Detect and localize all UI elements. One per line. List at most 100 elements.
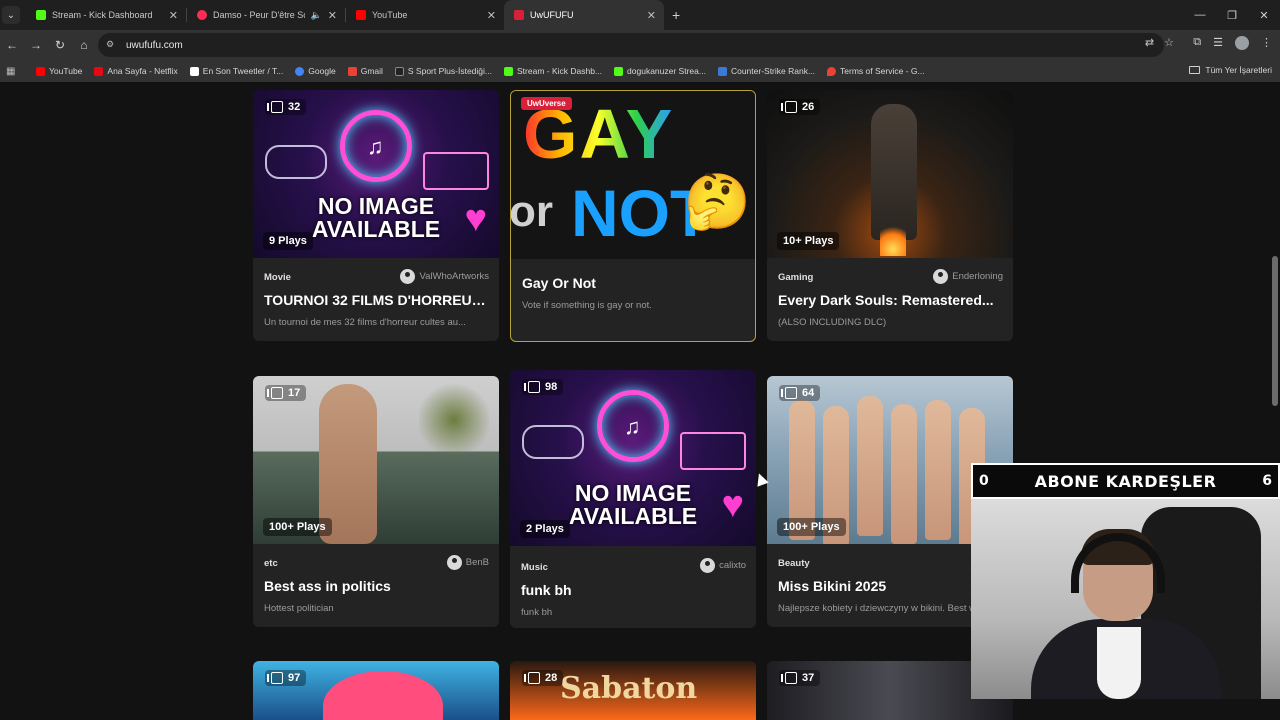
- bookmark-google[interactable]: Google: [295, 66, 336, 76]
- forward-icon[interactable]: →: [24, 33, 48, 57]
- user-icon: [446, 555, 462, 570]
- item-count-badge: 37: [779, 670, 821, 686]
- menu-kebab-icon[interactable]: ⋮: [1261, 36, 1272, 50]
- minimize-icon[interactable]: —: [1184, 0, 1216, 30]
- tab-title: UwUFUFU: [530, 10, 574, 20]
- thumb-word: or: [511, 187, 553, 236]
- cards-icon: [781, 387, 797, 399]
- item-count: 26: [802, 101, 815, 113]
- card-category: Beauty: [778, 558, 810, 569]
- item-count: 32: [288, 101, 301, 113]
- restore-icon[interactable]: ❐: [1216, 0, 1248, 30]
- card-thumbnail: Sabaton 28: [510, 661, 756, 720]
- tab-kick-dashboard[interactable]: Stream - Kick Dashboard ✕: [26, 0, 186, 30]
- extensions-icon[interactable]: ⧉: [1193, 36, 1201, 50]
- plays-badge: 9 Plays: [263, 232, 313, 250]
- streamer-shirt: [1097, 627, 1141, 699]
- heart-icon: ♥: [721, 484, 744, 526]
- tab-damso[interactable]: Damso - Peur D'être Sobre 🔈 ✕: [187, 0, 345, 30]
- kick-icon: [504, 66, 513, 76]
- speaker-icon[interactable]: 🔈: [311, 10, 322, 21]
- user-icon: [933, 269, 949, 284]
- close-tab-icon[interactable]: ✕: [169, 9, 178, 22]
- tab-title: Damso - Peur D'être Sobre: [213, 10, 305, 20]
- media-icon[interactable]: ☰: [1213, 36, 1223, 50]
- music-favicon-icon: [197, 10, 207, 20]
- item-count-badge: 98: [522, 379, 564, 395]
- close-window-icon[interactable]: ✕: [1248, 0, 1280, 30]
- card-title: Miss Bikini 2025: [778, 578, 887, 594]
- card-description: Hottest politician: [264, 603, 334, 614]
- site-info-icon[interactable]: ⚙: [106, 39, 118, 51]
- bookmark-x[interactable]: En Son Tweetler / T...: [189, 66, 284, 76]
- close-tab-icon[interactable]: ✕: [328, 9, 337, 22]
- netflix-icon: [94, 66, 104, 76]
- uwuverse-badge: UwUverse: [521, 97, 572, 110]
- cards-icon: [781, 672, 797, 684]
- translate-icon[interactable]: ⇄: [1145, 36, 1154, 49]
- all-bookmarks[interactable]: Tüm Yer İşaretleri: [1189, 65, 1272, 75]
- google-icon: [295, 66, 305, 76]
- item-count-badge: 97: [265, 670, 307, 686]
- youtube-icon: [36, 66, 45, 76]
- knight-figure: [871, 104, 917, 240]
- plays-badge: 10+ Plays: [777, 232, 840, 250]
- game-card[interactable]: 17 100+ Plays etc BenB Best ass in polit…: [253, 376, 499, 627]
- scrollbar-thumb[interactable]: [1272, 256, 1278, 406]
- game-card[interactable]: ♫ NO IMAGE AVAILABLE ♥ 32 9 Plays Movie …: [253, 90, 499, 341]
- person-figure: [891, 404, 917, 544]
- omnibox-actions: ⇄ ☆: [1145, 36, 1174, 49]
- game-card[interactable]: 26 10+ Plays Gaming Enderloning Every Da…: [767, 90, 1013, 341]
- person-figure: [925, 400, 951, 540]
- bookmark-label: Counter-Strike Rank...: [730, 66, 816, 76]
- profile-avatar[interactable]: [1235, 36, 1249, 50]
- card-author[interactable]: Enderloning: [933, 269, 1003, 284]
- overlay-left-number: 0: [979, 473, 989, 489]
- tab-uwufufu[interactable]: UwUFUFU ✕: [504, 0, 664, 30]
- home-icon[interactable]: ⌂: [72, 33, 96, 57]
- reload-icon[interactable]: ↻: [48, 33, 72, 57]
- new-tab-button[interactable]: +: [672, 7, 680, 23]
- bookmark-youtube[interactable]: YouTube: [36, 66, 82, 76]
- bookmark-terms[interactable]: Terms of Service - G...: [827, 66, 925, 76]
- card-author[interactable]: BenB: [446, 555, 489, 570]
- gamepad-icon: [265, 145, 327, 179]
- close-tab-icon[interactable]: ✕: [487, 9, 496, 22]
- apps-grid-icon[interactable]: ▦: [6, 66, 20, 77]
- url-text: uwufufu.com: [126, 39, 183, 51]
- cards-icon: [267, 672, 283, 684]
- game-card-featured[interactable]: GAY or NOT 🤔 UwUverse Gay Or Not Vote if…: [510, 90, 756, 342]
- browser-actions: ⧉ ☰ ⋮: [1193, 36, 1272, 50]
- bookmark-kick-dashboard[interactable]: Stream - Kick Dashb...: [504, 66, 602, 76]
- bookmark-netflix[interactable]: Ana Sayfa - Netflix: [94, 66, 178, 76]
- bookmark-star-icon[interactable]: ☆: [1164, 36, 1174, 49]
- back-icon[interactable]: ←: [0, 33, 24, 57]
- uwufufu-favicon-icon: [514, 10, 524, 20]
- card-author[interactable]: ValWhoArtworks: [400, 269, 489, 284]
- game-card[interactable]: 97: [253, 661, 499, 720]
- bookmark-label: En Son Tweetler / T...: [202, 66, 284, 76]
- author-name: calixto: [719, 560, 746, 571]
- card-author[interactable]: calixto: [700, 558, 746, 573]
- tab-title: Stream - Kick Dashboard: [52, 10, 153, 20]
- card-title: funk bh: [521, 582, 572, 598]
- tab-youtube[interactable]: YouTube ✕: [346, 0, 504, 30]
- bookmark-gmail[interactable]: Gmail: [347, 66, 383, 76]
- bookmark-label: Ana Sayfa - Netflix: [107, 66, 178, 76]
- game-card-hovered[interactable]: ♫ NO IMAGE AVAILABLE ♥ 98 2 Plays Music …: [510, 370, 756, 628]
- address-bar[interactable]: ⚙ uwufufu.com: [98, 33, 1164, 57]
- kick-icon: [614, 66, 624, 76]
- tab-search-button[interactable]: ⌄: [2, 6, 20, 24]
- bookmark-label: dogukanuzer Strea...: [627, 66, 706, 76]
- card-title: Gay Or Not: [522, 275, 596, 291]
- bookmark-dogukanuzer[interactable]: dogukanuzer Strea...: [614, 66, 706, 76]
- music-note-icon: ♫: [624, 414, 641, 439]
- bookmark-ssport[interactable]: S Sport Plus-İstediği...: [394, 66, 492, 76]
- game-card[interactable]: Sabaton 28: [510, 661, 756, 720]
- user-icon: [700, 558, 716, 573]
- close-tab-icon[interactable]: ✕: [647, 9, 656, 22]
- thinking-emoji-icon: 🤔: [683, 172, 751, 232]
- cards-icon: [267, 387, 283, 399]
- bookmark-counter-strike[interactable]: Counter-Strike Rank...: [717, 66, 816, 76]
- item-count: 37: [802, 672, 815, 684]
